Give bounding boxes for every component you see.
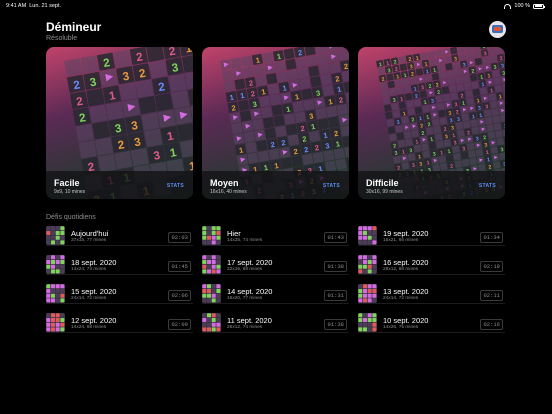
daily-best-time: 01:38 <box>324 319 347 330</box>
battery-icon <box>533 3 545 9</box>
page-subtitle: Résoluble <box>46 35 78 42</box>
daily-challenge-row[interactable]: 14 sept. 2020 16x20, 77 mines 01:31 <box>202 284 349 304</box>
daily-name: Aujourd'hui <box>71 229 109 238</box>
daily-info: 24x14, 72 mines <box>383 296 419 301</box>
daily-best-time: 01:31 <box>324 290 347 301</box>
daily-challenge-row[interactable]: 16 sept. 2020 28x12, 68 mines 02:19 <box>358 255 505 275</box>
daily-challenge-row[interactable]: 12 sept. 2020 14x24, 68 mines 02:09 <box>46 313 193 333</box>
daily-board-thumbnail <box>202 226 221 245</box>
daily-best-time: 02:11 <box>480 290 503 301</box>
daily-challenge-row[interactable]: 13 sept. 2020 24x14, 72 mines 02:11 <box>358 284 505 304</box>
daily-best-time: 01:38 <box>324 261 347 272</box>
svg-text:3: 3 <box>504 124 505 130</box>
status-right: 100 % <box>504 3 545 9</box>
daily-best-time: 02:09 <box>168 319 191 330</box>
daily-name: 15 sept. 2020 <box>71 287 117 296</box>
daily-name: 16 sept. 2020 <box>383 258 429 267</box>
daily-name: 12 sept. 2020 <box>71 316 117 325</box>
status-bar: 9:41 AM Lun. 21 sept. 100 % <box>0 0 552 12</box>
daily-info: 14x24, 74 mines <box>71 267 107 272</box>
daily-best-time: 02:19 <box>480 261 503 272</box>
daily-challenge-row[interactable]: 11 sept. 2020 26x12, 74 mines 01:38 <box>202 313 349 333</box>
daily-challenge-row[interactable]: 10 sept. 2020 14x26, 75 mines 02:16 <box>358 313 505 333</box>
daily-challenge-row[interactable]: 19 sept. 2020 16x21, 66 mines 01:34 <box>358 226 505 246</box>
status-time: 9:41 AM Lun. 21 sept. <box>6 3 62 9</box>
daily-name: 10 sept. 2020 <box>383 316 429 325</box>
daily-board-thumbnail <box>202 284 221 303</box>
daily-board-thumbnail <box>358 313 377 332</box>
daily-challenge-row[interactable]: 15 sept. 2020 24x14, 72 mines 02:06 <box>46 284 193 304</box>
daily-name: Hier <box>227 229 241 238</box>
daily-board-thumbnail <box>202 313 221 332</box>
card-info: 30x16, 99 mines <box>366 189 403 195</box>
daily-challenge-row[interactable]: 18 sept. 2020 14x24, 74 mines 01:45 <box>46 255 193 275</box>
daily-name: 18 sept. 2020 <box>71 258 117 267</box>
svg-text:3: 3 <box>503 162 505 168</box>
card-info: 9x9, 10 mines <box>54 189 86 195</box>
daily-name: 17 sept. 2020 <box>227 258 273 267</box>
daily-challenge-row[interactable]: Hier 14x25, 74 mines 01:43 <box>202 226 349 246</box>
svg-text:1: 1 <box>184 47 193 56</box>
daily-best-time: 02:03 <box>168 232 191 243</box>
daily-best-time: 02:16 <box>480 319 503 330</box>
daily-info: 28x12, 68 mines <box>383 267 419 272</box>
stats-button[interactable]: STATS <box>167 183 184 189</box>
daily-board-thumbnail <box>46 284 65 303</box>
daily-info: 14x24, 68 mines <box>71 325 107 330</box>
daily-best-time: 01:34 <box>480 232 503 243</box>
stats-button[interactable]: STATS <box>323 183 340 189</box>
daily-board-thumbnail <box>358 226 377 245</box>
daily-info: 24x14, 72 mines <box>71 296 107 301</box>
page-title: Démineur <box>46 20 102 34</box>
battery-percent: 100 % <box>514 3 530 9</box>
daily-board-thumbnail <box>46 313 65 332</box>
daily-name: 13 sept. 2020 <box>383 287 429 296</box>
daily-info: 14x26, 75 mines <box>383 325 419 330</box>
daily-board-thumbnail <box>358 284 377 303</box>
card-easy[interactable]: 2221233231212223323123111113112 Facile 9… <box>46 47 193 199</box>
daily-best-time: 01:45 <box>168 261 191 272</box>
card-title: Moyen <box>210 178 239 188</box>
card-title: Facile <box>54 178 80 188</box>
daily-challenge-row[interactable]: Aujourd'hui 37x15, 77 mines 02:03 <box>46 226 193 246</box>
daily-info: 26x12, 74 mines <box>227 325 263 330</box>
profile-avatar[interactable] <box>489 21 506 38</box>
difficulty-cards: 2221233231212223323123111113112 Facile 9… <box>46 47 505 199</box>
daily-challenges-list: Aujourd'hui 37x15, 77 mines 02:03 Hier 14x25… <box>46 226 506 333</box>
daily-best-time: 02:06 <box>168 290 191 301</box>
daily-best-time: 01:43 <box>324 232 347 243</box>
daily-board-thumbnail <box>202 255 221 274</box>
card-medium[interactable]: 1122221121122231312311213221122212322231… <box>202 47 349 199</box>
card-hard[interactable]: 1122113231333211211321232333313221133122… <box>358 47 505 199</box>
daily-info: 37x15, 77 mines <box>71 238 107 243</box>
daily-name: 14 sept. 2020 <box>227 287 273 296</box>
wifi-icon <box>504 3 512 9</box>
daily-info: 22x16, 68 mines <box>227 267 263 272</box>
daily-board-thumbnail <box>46 255 65 274</box>
daily-name: 19 sept. 2020 <box>383 229 429 238</box>
daily-info: 16x21, 66 mines <box>383 238 419 243</box>
daily-board-thumbnail <box>358 255 377 274</box>
header: Démineur Résoluble <box>46 20 101 42</box>
card-info: 16x16, 40 mines <box>210 189 247 195</box>
card-title: Difficile <box>366 178 399 188</box>
daily-challenge-row[interactable]: 17 sept. 2020 22x16, 68 mines 01:38 <box>202 255 349 275</box>
daily-board-thumbnail <box>46 226 65 245</box>
daily-section-title: Défis quotidiens <box>46 214 96 221</box>
daily-info: 16x20, 77 mines <box>227 296 263 301</box>
svg-text:3: 3 <box>502 71 505 77</box>
daily-info: 14x25, 74 mines <box>227 238 263 243</box>
stats-button[interactable]: STATS <box>479 183 496 189</box>
daily-name: 11 sept. 2020 <box>227 316 272 325</box>
